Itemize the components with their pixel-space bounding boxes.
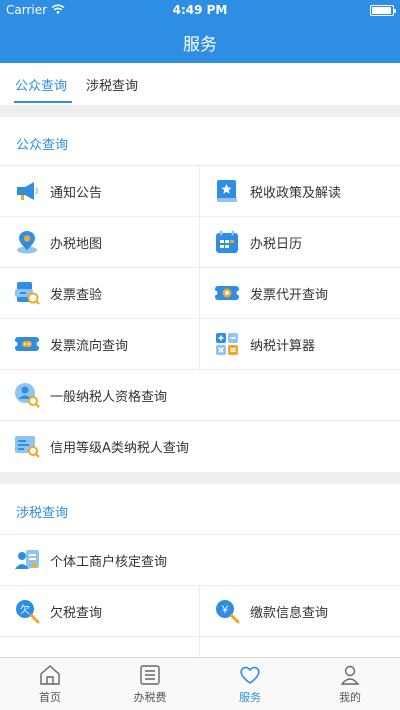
tab-public-query[interactable]: 公众查询 [15,75,67,94]
item-label: 办税地图 [50,236,103,252]
calendar-icon [214,229,240,255]
active-tab-indicator [14,101,72,103]
calculator-icon [214,331,240,357]
invoice-issue-icon [214,280,240,306]
item-label: 一般纳税人资格查询 [50,389,168,405]
item-arrears-query[interactable]: 欠 欠税查询 [0,586,200,636]
icon-glyph: 欠 [20,603,30,616]
invoice-flow-icon [14,331,40,357]
tabbar-home[interactable]: 首页 [0,658,100,710]
item-tax-policy[interactable]: 税收政策及解读 [200,166,400,216]
item-general-taxpayer-query[interactable]: 一般纳税人资格查询 [0,370,400,420]
tabbar-label: 首页 [39,691,61,704]
grid-row: 发票流向查询 纳税计算器 [0,318,400,369]
item-invoice-issue[interactable]: 发票代开查询 [200,268,400,318]
arrears-search-icon: 欠 [14,598,40,624]
item-label: 信用等级A类纳税人查询 [50,440,189,456]
status-bar: Carrier 4:49 PM [0,0,400,22]
credit-search-icon [14,433,40,459]
section-title-tax: 涉税查询 [16,506,69,521]
item-label: 纳税计算器 [250,338,316,354]
item-tax-map[interactable]: 办税地图 [0,217,200,267]
megaphone-icon [14,178,40,204]
map-pin-icon [14,229,40,255]
list-row: 信用等级A类纳税人查询 [0,420,400,471]
query-tabs: 公众查询 涉税查询 [0,63,400,105]
list-icon [140,665,160,685]
item-payment-info-query[interactable]: ￥ 缴款信息查询 [200,586,400,636]
item-label: 税收政策及解读 [250,185,342,201]
tabbar-label: 我的 [339,691,361,704]
section-divider [0,472,400,484]
invoice-check-icon [14,280,40,306]
item-label: 缴款信息查询 [250,605,329,621]
item-label: 欠税查询 [50,605,103,621]
tabbar-label: 办税费 [133,691,167,704]
tab-tax-query[interactable]: 涉税查询 [86,75,138,94]
tabbar-tax-fees[interactable]: 办税费 [100,658,200,710]
business-card-icon [14,547,40,573]
section-title-public: 公众查询 [16,138,69,153]
item-tax-calendar[interactable]: 办税日历 [200,217,400,267]
grid-row: 办税地图 办税日历 [0,216,400,267]
payment-search-icon: ￥ [214,598,240,624]
status-time: 4:49 PM [172,3,228,17]
tabbar-mine[interactable]: 我的 [300,658,400,710]
item-label: 发票查验 [50,287,103,303]
tabbar-service[interactable]: 服务 [200,658,300,710]
policy-book-icon [214,178,240,204]
item-invoice-flow[interactable]: 发票流向查询 [0,319,200,369]
nav-header: Carrier 4:49 PM 服务 [0,0,400,63]
person-icon [340,665,360,685]
item-label: 发票流向查询 [50,338,129,354]
list-row: 一般纳税人资格查询 [0,369,400,420]
section-divider [0,105,400,117]
heart-icon [240,666,260,684]
grid-row: 欠 欠税查询 ￥ 缴款信息查询 [0,585,400,636]
list-row: 个体工商户核定查询 [0,534,400,585]
item-individual-business-query[interactable]: 个体工商户核定查询 [0,535,400,585]
item-label: 通知公告 [50,185,103,201]
item-label: 办税日历 [250,236,303,252]
item-label: 个体工商户核定查询 [50,554,168,570]
item-tax-calculator[interactable]: 纳税计算器 [200,319,400,369]
home-icon [40,665,60,685]
page-title: 服务 [183,35,217,55]
item-invoice-check[interactable]: 发票查验 [0,268,200,318]
item-label: 发票代开查询 [250,287,329,303]
grid-row: 发票查验 发票代开查询 [0,267,400,318]
grid-row: 通知公告 税收政策及解读 [0,165,400,216]
icon-glyph: ￥ [220,605,230,616]
bottom-tab-bar: 首页 办税费 服务 我的 [0,657,400,710]
item-notice[interactable]: 通知公告 [0,166,200,216]
battery-icon [370,5,396,16]
item-credit-a-taxpayer-query[interactable]: 信用等级A类纳税人查询 [0,421,400,471]
taxpayer-search-icon [14,382,40,408]
tabbar-label: 服务 [239,691,261,704]
